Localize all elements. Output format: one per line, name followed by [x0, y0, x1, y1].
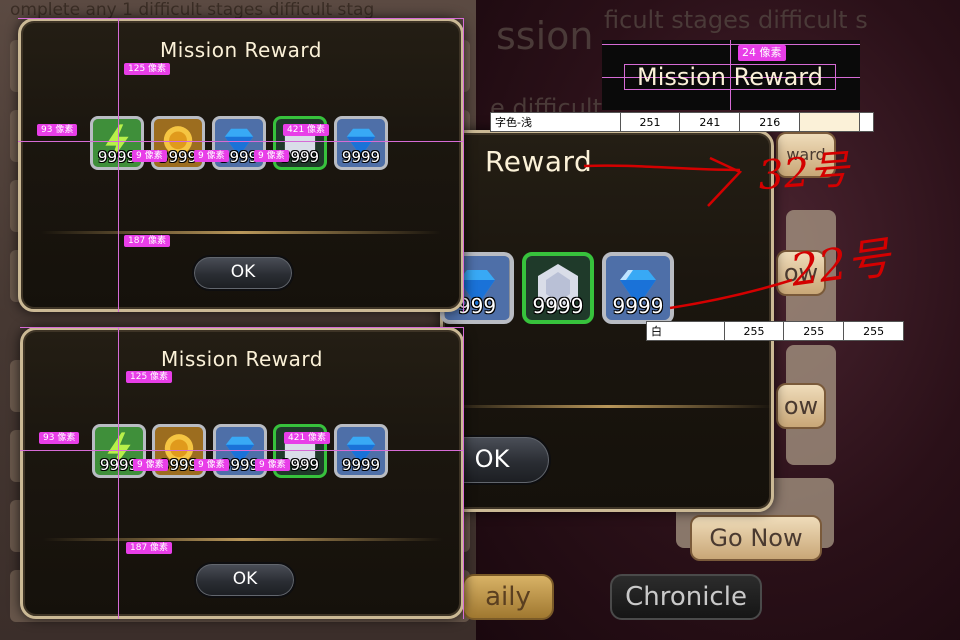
dialog-title: Mission Reward	[161, 347, 323, 371]
measure-tag: 187 像素	[124, 235, 171, 247]
spec-label: 字色-浅	[490, 112, 621, 132]
measure-tag: 421 像素	[283, 124, 330, 136]
ok-button[interactable]: OK	[192, 255, 294, 291]
measure-tag: 9 像素	[255, 459, 290, 471]
dialog-divider	[43, 538, 443, 541]
measure-tag: 9 像素	[194, 459, 229, 471]
spec-color-swatch	[799, 112, 860, 132]
measure-guide	[118, 327, 119, 619]
measure-guide	[463, 18, 464, 312]
background-title-fragment: ssion	[496, 14, 594, 58]
measure-tag: 187 像素	[126, 542, 173, 554]
measure-guide	[118, 18, 119, 312]
measure-tag: 93 像素	[39, 432, 80, 444]
background-go-now-button: Go Now	[690, 515, 822, 561]
item-quantity: 9999	[341, 148, 381, 166]
ok-button[interactable]: OK	[194, 562, 296, 598]
measure-guide	[20, 450, 464, 451]
reward-item-blue-gem: 9999	[334, 424, 388, 478]
spec-empty-cell	[859, 112, 874, 132]
spec-b: 216	[739, 112, 801, 132]
dialog-divider	[41, 231, 441, 234]
measure-guide	[20, 327, 464, 328]
measure-tag: 9 像素	[132, 150, 167, 162]
dialog-divider	[443, 405, 773, 408]
measure-tag: 125 像素	[126, 371, 173, 383]
measure-guide	[18, 141, 464, 142]
measure-guide	[463, 327, 464, 619]
measure-tag: 24 像素	[738, 45, 786, 61]
measure-guide	[18, 18, 464, 19]
spec-g: 241	[679, 112, 741, 132]
text-color-spec-table: 字色-浅 251 241 216	[490, 112, 874, 132]
background-subtitle-fragment: ficult stages difficult s	[604, 6, 868, 34]
font-size-note-32: 32号	[756, 146, 851, 200]
dialog-title: Mission Reward	[160, 38, 322, 62]
measure-tag: 9 像素	[133, 459, 168, 471]
measure-tag: 9 像素	[254, 150, 289, 162]
measure-tag: 9 像素	[194, 150, 229, 162]
reward-item-blue-gem: 9999	[334, 116, 388, 170]
bottom-tab-daily[interactable]: aily	[462, 574, 554, 620]
title-zoom-text: Mission Reward	[624, 64, 836, 90]
measure-tag: 125 像素	[124, 63, 171, 75]
bottom-tab-chronicle[interactable]: Chronicle	[610, 574, 762, 620]
measure-tag: 93 像素	[37, 124, 78, 136]
measure-tag: 421 像素	[284, 432, 331, 444]
item-quantity: 9999	[341, 456, 381, 474]
background-go-button: ow	[776, 383, 826, 429]
spec-r: 251	[619, 112, 681, 132]
measure-guide	[602, 44, 860, 45]
